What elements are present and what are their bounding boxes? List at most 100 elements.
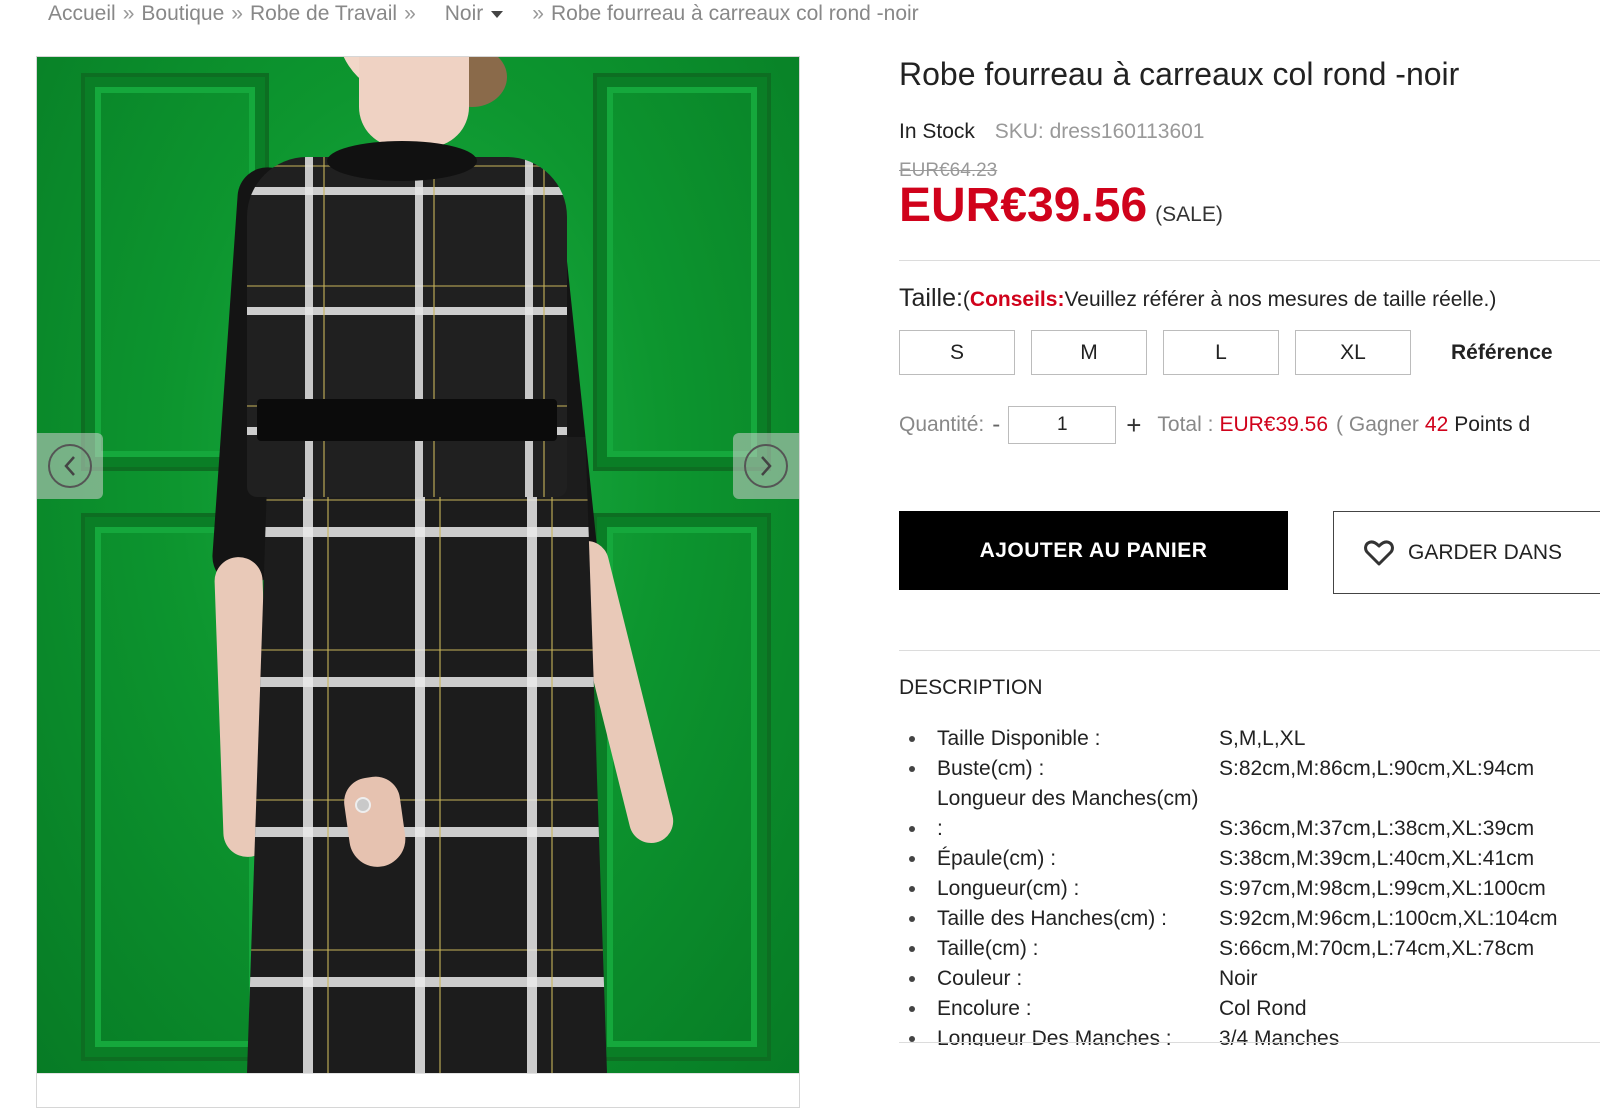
description-label: : xyxy=(937,817,943,840)
breadcrumb-separator: » xyxy=(122,2,135,25)
gallery-next-button[interactable] xyxy=(733,433,799,499)
total-label: Total : xyxy=(1157,413,1214,436)
size-options: S M L XL Référence xyxy=(899,330,1553,375)
model-neck xyxy=(359,57,469,147)
total-value: EUR€39.56 xyxy=(1219,413,1329,436)
size-option-s[interactable]: S xyxy=(899,330,1015,375)
bullet xyxy=(899,844,937,874)
description-value: S:36cm,M:37cm,L:38cm,XL:39cm xyxy=(1219,817,1535,840)
points-value: 42 xyxy=(1424,413,1449,436)
chevron-left-icon xyxy=(48,444,92,488)
gallery-footer xyxy=(37,1073,799,1107)
quantity-label: Quantité: xyxy=(899,413,985,436)
quantity-decrease-button[interactable]: - xyxy=(992,411,1000,439)
description-value: S:92cm,M:96cm,L:100cm,XL:104cm xyxy=(1219,907,1558,930)
price-line: EUR€39.56 (SALE) xyxy=(899,178,1223,233)
breadcrumb-separator: » xyxy=(532,2,544,25)
description-label: Buste(cm) : xyxy=(937,757,1045,780)
description-value: S,M,L,XL xyxy=(1219,727,1306,750)
bullet xyxy=(899,994,937,1024)
chevron-right-icon xyxy=(744,444,788,488)
size-label: Taille: xyxy=(899,284,963,312)
description-label: Encolure : xyxy=(937,997,1032,1020)
breadcrumb: Accueil » Boutique » Robe de Travail » N… xyxy=(48,0,919,28)
sale-tag: (SALE) xyxy=(1155,203,1223,226)
quantity-increase-button[interactable]: + xyxy=(1126,410,1141,441)
bullet xyxy=(899,934,937,964)
gallery-prev-button[interactable] xyxy=(37,433,103,499)
product-title: Robe fourreau à carreaux col rond -noir xyxy=(899,56,1460,92)
product-gallery xyxy=(36,56,800,1108)
divider xyxy=(899,650,1600,651)
description-row: Taille Disponible : S,M,L,XL xyxy=(899,724,1600,754)
size-header: Taille:(Conseils:Veuillez référer à nos … xyxy=(899,284,1496,313)
bullet xyxy=(899,904,937,934)
size-reference-link[interactable]: Référence xyxy=(1451,341,1553,365)
wishlist-label: GARDER DANS xyxy=(1408,540,1563,564)
sku-value: dress160113601 xyxy=(1049,120,1205,143)
bullet xyxy=(899,814,937,844)
heart-icon xyxy=(1364,539,1394,565)
size-option-xl[interactable]: XL xyxy=(1295,330,1411,375)
breadcrumb-separator: » xyxy=(404,2,416,25)
points-suffix: Points d xyxy=(1454,413,1531,436)
description-list: Taille Disponible : S,M,L,XL Buste(cm) : S… xyxy=(899,724,1600,1046)
description-label: Taille Disponible : xyxy=(937,727,1101,750)
description-label: Couleur : xyxy=(937,967,1023,990)
breadcrumb-color-label: Noir xyxy=(444,2,484,25)
breadcrumb-color-dropdown[interactable]: Noir xyxy=(445,2,526,26)
description-value: S:82cm,M:86cm,L:90cm,XL:94cm xyxy=(1219,757,1535,780)
stock-line: In Stock SKU: dress160113601 xyxy=(899,120,1204,144)
dress-skirt xyxy=(247,437,607,1073)
wishlist-button[interactable]: GARDER DANS xyxy=(1333,511,1600,594)
dress-bodice xyxy=(247,157,567,497)
bullet xyxy=(899,964,937,994)
description-label: Épaule(cm) : xyxy=(937,847,1057,870)
stock-status: In Stock xyxy=(899,120,975,143)
quantity-input[interactable] xyxy=(1008,406,1117,444)
size-option-m[interactable]: M xyxy=(1031,330,1147,375)
product-photo xyxy=(37,57,799,1073)
description-row: Encolure : Col Rond xyxy=(899,994,1600,1024)
quantity-row: Quantité: - + Total : EUR€39.56 ( Gagner… xyxy=(899,406,1530,444)
dress-collar xyxy=(327,141,477,181)
door-panel xyxy=(597,77,767,467)
breadcrumb-separator: » xyxy=(231,2,243,25)
description-label: Taille des Hanches(cm) : xyxy=(937,907,1167,930)
sku-label: SKU: xyxy=(994,120,1044,143)
description-row: Couleur : Noir xyxy=(899,964,1600,994)
description-label: Taille(cm) : xyxy=(937,937,1039,960)
description-row: Buste(cm) : S:82cm,M:86cm,L:90cm,XL:94cm xyxy=(899,754,1600,784)
breadcrumb-home-link[interactable]: Accueil xyxy=(48,2,116,26)
description-value: Noir xyxy=(1219,967,1258,990)
description-value: S:97cm,M:98cm,L:99cm,XL:100cm xyxy=(1219,877,1546,900)
breadcrumb-shop-link[interactable]: Boutique xyxy=(141,2,224,26)
description-value: Col Rond xyxy=(1219,997,1307,1020)
size-option-l[interactable]: L xyxy=(1163,330,1279,375)
description-row: Épaule(cm) : S:38cm,M:39cm,L:40cm,XL:41cm xyxy=(899,844,1600,874)
description-row: Longueur des Manches(cm) xyxy=(899,784,1600,814)
breadcrumb-current: Robe fourreau à carreaux col rond -noir xyxy=(550,2,919,25)
dress-waistband xyxy=(257,399,557,441)
description-row: Taille(cm) : S:66cm,M:70cm,L:74cm,XL:78cm xyxy=(899,934,1600,964)
bullet xyxy=(899,754,937,784)
description-value: S:38cm,M:39cm,L:40cm,XL:41cm xyxy=(1219,847,1535,870)
bullet xyxy=(899,724,937,754)
description-title: DESCRIPTION xyxy=(899,676,1043,699)
description-row: Taille des Hanches(cm) : S:92cm,M:96cm,L:… xyxy=(899,904,1600,934)
size-tips-label: Conseils: xyxy=(969,288,1065,311)
ring xyxy=(355,797,371,813)
size-tips-text: Veuillez référer à nos mesures de taille… xyxy=(1064,288,1497,311)
divider xyxy=(899,1042,1600,1043)
points-prefix: ( Gagner xyxy=(1336,413,1419,436)
description-row: Longueur(cm) : S:97cm,M:98cm,L:99cm,XL:10… xyxy=(899,874,1600,904)
divider xyxy=(899,260,1600,261)
size-tips-open: ( xyxy=(962,288,970,311)
add-to-cart-button[interactable]: AJOUTER AU PANIER xyxy=(899,511,1288,590)
description-row: : S:36cm,M:37cm,L:38cm,XL:39cm xyxy=(899,814,1600,844)
description-value: S:66cm,M:70cm,L:74cm,XL:78cm xyxy=(1219,937,1535,960)
description-label: Longueur(cm) : xyxy=(937,877,1080,900)
product-info: Robe fourreau à carreaux col rond -noir … xyxy=(899,56,1600,1108)
breadcrumb-category-link[interactable]: Robe de Travail xyxy=(250,2,397,26)
description-label: Longueur des Manches(cm) xyxy=(937,787,1199,810)
